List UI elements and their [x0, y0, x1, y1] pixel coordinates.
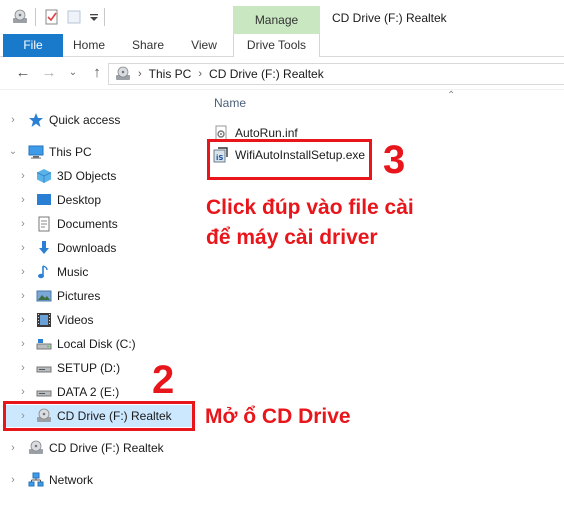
- properties-icon[interactable]: [44, 9, 60, 25]
- new-folder-icon[interactable]: [66, 9, 82, 25]
- step-3-instruction-line1: Click đúp vào file cài: [206, 196, 414, 219]
- navigation-bar: ← → ⌄ ↑ › This PC › CD Drive (F:) Realte…: [0, 57, 564, 90]
- star-icon: [28, 112, 44, 128]
- sidebar-item-3d-objects[interactable]: › 3D Objects: [0, 165, 197, 187]
- column-header-name[interactable]: Name: [214, 96, 246, 110]
- up-arrow-icon[interactable]: ↑: [88, 65, 106, 81]
- highlight-box-installer: [207, 139, 372, 180]
- recent-locations-chevron-icon[interactable]: ⌄: [64, 65, 82, 81]
- expand-chevron-icon[interactable]: ›: [18, 309, 28, 331]
- sidebar-item-quick-access[interactable]: › Quick access: [0, 109, 197, 131]
- expand-chevron-icon[interactable]: ›: [18, 237, 28, 259]
- sidebar-item-network[interactable]: › Network: [0, 469, 197, 491]
- expand-chevron-icon[interactable]: ›: [18, 357, 28, 379]
- sidebar-item-pictures[interactable]: › Pictures: [0, 285, 197, 307]
- forward-arrow-icon[interactable]: →: [40, 65, 58, 81]
- sidebar-item-videos[interactable]: › Videos: [0, 309, 197, 331]
- sidebar-item-cd-drive-f-root[interactable]: › CD Drive (F:) Realtek: [0, 437, 197, 459]
- sidebar-item-local-disk-c[interactable]: › Local Disk (C:): [0, 333, 197, 355]
- computer-icon: [28, 144, 44, 160]
- customize-dropdown-icon[interactable]: [86, 9, 102, 25]
- breadcrumb-this-pc[interactable]: This PC: [149, 67, 192, 81]
- sidebar-item-desktop[interactable]: › Desktop: [0, 189, 197, 211]
- breadcrumb-cd-drive[interactable]: CD Drive (F:) Realtek: [209, 67, 324, 81]
- expand-chevron-icon[interactable]: ›: [8, 437, 18, 459]
- step-2-instruction: Mở ổ CD Drive: [205, 405, 351, 428]
- tab-share[interactable]: Share: [126, 34, 170, 57]
- download-icon: [36, 240, 52, 256]
- cd-drive-icon: [12, 9, 28, 25]
- video-icon: [36, 312, 52, 328]
- tab-file[interactable]: File: [3, 34, 63, 57]
- address-bar[interactable]: › This PC › CD Drive (F:) Realtek: [108, 63, 564, 85]
- cd-drive-icon: [28, 440, 44, 456]
- disk-icon: [36, 336, 52, 352]
- network-icon: [28, 472, 44, 488]
- drive-icon: [36, 384, 52, 400]
- expand-chevron-icon[interactable]: ›: [8, 469, 18, 491]
- expand-chevron-icon[interactable]: ›: [18, 333, 28, 355]
- qat-separator: [35, 8, 36, 26]
- expand-chevron-icon[interactable]: ›: [8, 109, 18, 131]
- sidebar-item-music[interactable]: › Music: [0, 261, 197, 283]
- expand-chevron-icon[interactable]: ›: [18, 261, 28, 283]
- tab-home[interactable]: Home: [68, 34, 110, 57]
- cd-drive-icon: [115, 66, 131, 82]
- breadcrumb-chevron-icon[interactable]: ›: [198, 68, 202, 80]
- highlight-box-cd-drive: [3, 401, 195, 431]
- navigation-pane: › Quick access ⌄ This PC › 3D Objects › …: [0, 90, 197, 513]
- tab-drive-tools[interactable]: Drive Tools: [233, 34, 320, 57]
- desktop-icon: [36, 192, 52, 208]
- tab-view[interactable]: View: [184, 34, 224, 57]
- tab-manage[interactable]: Manage: [233, 6, 320, 34]
- document-icon: [36, 216, 52, 232]
- title-bar: Manage CD Drive (F:) Realtek: [0, 0, 564, 34]
- expand-chevron-icon[interactable]: ›: [18, 213, 28, 235]
- expand-chevron-icon[interactable]: ›: [18, 165, 28, 187]
- music-icon: [36, 264, 52, 280]
- ribbon-tabs: File Home Share View Drive Tools: [0, 34, 564, 57]
- collapse-chevron-icon[interactable]: ⌄: [8, 141, 18, 163]
- step-3-number: 3: [383, 138, 406, 182]
- expand-chevron-icon[interactable]: ›: [18, 189, 28, 211]
- cube-icon: [36, 168, 52, 184]
- sidebar-item-this-pc[interactable]: ⌄ This PC: [0, 141, 197, 163]
- sort-up-chevron-icon[interactable]: ⌃: [447, 90, 455, 101]
- back-arrow-icon[interactable]: ←: [14, 65, 32, 81]
- qat-separator: [104, 8, 105, 26]
- sidebar-item-downloads[interactable]: › Downloads: [0, 237, 197, 259]
- drive-icon: [36, 360, 52, 376]
- expand-chevron-icon[interactable]: ›: [18, 285, 28, 307]
- window-title: CD Drive (F:) Realtek: [332, 11, 447, 25]
- sidebar-item-documents[interactable]: › Documents: [0, 213, 197, 235]
- expand-chevron-icon[interactable]: ›: [18, 381, 28, 403]
- picture-icon: [36, 288, 52, 304]
- breadcrumb-chevron-icon[interactable]: ›: [138, 68, 142, 80]
- step-2-number: 2: [152, 358, 175, 402]
- step-3-instruction-line2: để máy cài driver: [206, 226, 378, 249]
